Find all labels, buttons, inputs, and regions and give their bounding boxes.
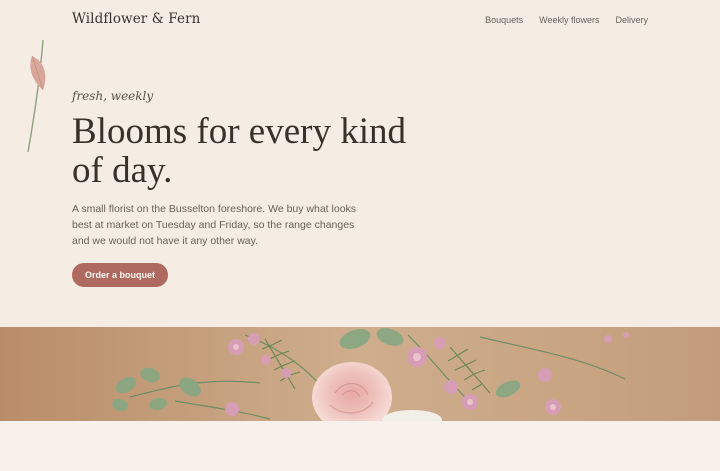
hero-eyebrow: fresh, weekly xyxy=(72,89,154,103)
nav-bouquets[interactable]: Bouquets xyxy=(485,15,523,25)
flowers-banner-image xyxy=(0,327,720,421)
order-bouquet-button[interactable]: Order a bouquet xyxy=(72,263,168,287)
main-nav: Bouquets Weekly flowers Delivery xyxy=(485,15,648,25)
leaf-stem-icon xyxy=(24,38,54,162)
brand-logo[interactable]: Wildflower & Fern xyxy=(72,11,200,27)
page-bottom xyxy=(0,421,720,471)
nav-delivery[interactable]: Delivery xyxy=(615,15,648,25)
nav-weekly-flowers[interactable]: Weekly flowers xyxy=(539,15,599,25)
hero-headline: Blooms for every kind of day. xyxy=(72,111,406,191)
hero-description: A small florist on the Busselton foresho… xyxy=(72,203,357,247)
